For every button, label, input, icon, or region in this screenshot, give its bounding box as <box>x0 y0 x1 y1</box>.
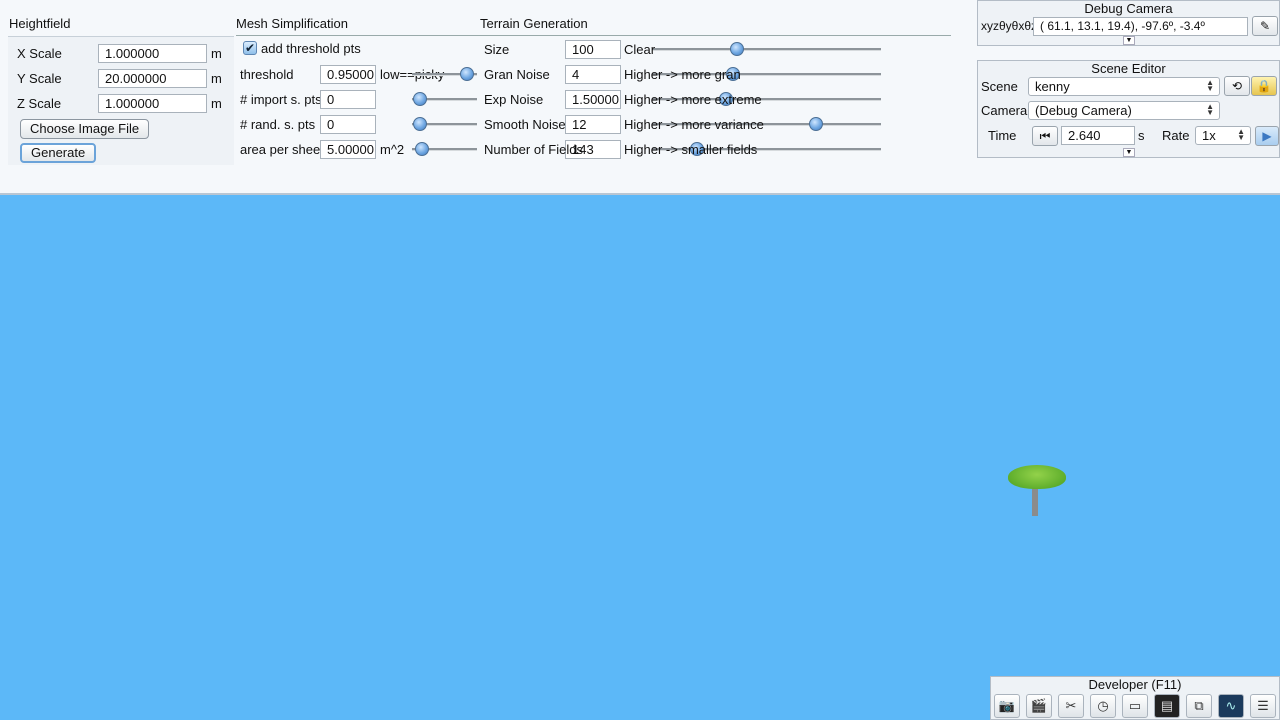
rand-pts-input[interactable]: 0 <box>320 115 376 134</box>
add-threshold-label: add threshold pts <box>261 41 361 56</box>
camera-select-value: (Debug Camera) <box>1035 103 1132 118</box>
smooth-noise-hint: Higher -> more variance <box>624 117 764 132</box>
gran-noise-hint: Higher -> more gran <box>624 67 741 82</box>
time-label: Time <box>988 128 1017 143</box>
scene-select-value: kenny <box>1035 79 1070 94</box>
rand-pts-label: # rand. s. pts <box>240 117 316 132</box>
terrain-generation-title: Terrain Generation <box>480 16 588 31</box>
scene-label: Scene <box>981 79 1018 94</box>
section-separator <box>236 35 951 36</box>
tree-foliage <box>1008 465 1066 489</box>
developer-toolbar: Developer (F11) 📷 🎬 ✂ ◷ ▭ ▤ ⧉ ∿ ☰ <box>990 676 1280 720</box>
size-slider-knob[interactable] <box>730 42 744 56</box>
time-unit: s <box>1138 128 1145 143</box>
camera-label: Camera <box>981 103 1028 118</box>
size-slider-track[interactable] <box>652 48 881 51</box>
y-scale-label: Y Scale <box>17 71 62 86</box>
mesh-simplification-title: Mesh Simplification <box>236 16 348 31</box>
choose-image-file-button[interactable]: Choose Image File <box>20 119 150 139</box>
camera-select[interactable]: (Debug Camera) ▲ ▼ <box>1028 101 1220 120</box>
scene-select[interactable]: kenny ▲ ▼ <box>1028 77 1220 96</box>
z-scale-label: Z Scale <box>17 96 62 111</box>
debug-camera-expand-icon[interactable]: ▼ <box>1123 36 1135 45</box>
debug-camera-title: Debug Camera <box>1084 1 1173 16</box>
z-scale-unit: m <box>211 96 222 111</box>
area-unit: m^2 <box>380 142 405 157</box>
import-pts-label: # import s. pts <box>240 92 322 107</box>
clapper-icon[interactable]: 🎬 <box>1026 694 1052 718</box>
import-pts-slider-knob[interactable] <box>413 92 427 106</box>
rate-select[interactable]: 1x ▲ ▼ <box>1195 126 1251 145</box>
threshold-label: threshold <box>240 67 294 82</box>
time-input[interactable]: 2.640 <box>1061 126 1135 145</box>
exp-noise-input[interactable]: 1.50000 <box>565 90 621 109</box>
size-hint: Clear <box>624 42 656 57</box>
generate-button[interactable]: Generate <box>20 143 97 163</box>
rate-label: Rate <box>1162 128 1190 143</box>
gran-noise-label: Gran Noise <box>484 67 550 82</box>
x-scale-label: X Scale <box>17 46 62 61</box>
camera-edit-icon[interactable]: ✎ <box>1252 16 1278 36</box>
heightfield-title: Heightfield <box>9 16 71 31</box>
document-icon[interactable]: ☰ <box>1250 694 1276 718</box>
debug-camera-panel: Debug Camera xyzθyθxθz ( 61.1, 13.1, 19.… <box>977 0 1280 46</box>
gran-noise-input[interactable]: 4 <box>565 65 621 84</box>
terminal-icon[interactable]: ▤ <box>1154 694 1180 718</box>
y-scale-unit: m <box>211 71 222 86</box>
scene-editor-panel: Scene Editor Scene kenny ▲ ▼ ⟲ 🔒 Camera (… <box>977 60 1280 158</box>
windows-icon[interactable]: ⧉ <box>1186 694 1212 718</box>
smooth-noise-label: Smooth Noise <box>484 117 566 132</box>
y-scale-input[interactable]: 20.000000 <box>98 69 207 88</box>
select-arrows-icon: ▲ ▼ <box>1206 102 1214 117</box>
x-scale-unit: m <box>211 46 222 61</box>
camera-icon[interactable]: 📷 <box>994 694 1020 718</box>
rewind-icon[interactable]: ⏮ <box>1032 126 1058 146</box>
rand-pts-slider-knob[interactable] <box>413 117 427 131</box>
scene-editor-title: Scene Editor <box>1091 61 1166 76</box>
import-pts-input[interactable]: 0 <box>320 90 376 109</box>
tools-icon[interactable]: ✂ <box>1058 694 1084 718</box>
num-fields-hint: Higher -> smaller fields <box>624 142 758 157</box>
reload-scene-icon[interactable]: ⟲ <box>1224 76 1250 96</box>
exp-noise-label: Exp Noise <box>484 92 544 107</box>
new-file-icon[interactable]: ▭ <box>1122 694 1148 718</box>
monitor-icon[interactable]: ∿ <box>1218 694 1244 718</box>
size-label: Size <box>484 42 510 57</box>
z-scale-input[interactable]: 1.000000 <box>98 94 207 113</box>
smooth-noise-input[interactable]: 12 <box>565 115 621 134</box>
exp-noise-hint: Higher -> more extreme <box>624 92 762 107</box>
scene-editor-expand-icon[interactable]: ▼ <box>1123 148 1135 157</box>
camera-position-field[interactable]: ( 61.1, 13.1, 19.4), -97.6º, -3.4º <box>1033 17 1248 36</box>
xyz-label: xyzθyθxθz <box>981 19 1038 33</box>
select-arrows-icon: ▲ ▼ <box>1237 127 1245 142</box>
profiler-icon[interactable]: ◷ <box>1090 694 1116 718</box>
threshold-input[interactable]: 0.95000 <box>320 65 376 84</box>
area-per-sheep-label: area per sheep <box>240 142 328 157</box>
num-fields-label: Number of Fields <box>484 142 583 157</box>
lock-icon[interactable]: 🔒 <box>1251 76 1277 96</box>
add-threshold-checkbox[interactable]: ✔ <box>243 41 257 55</box>
rate-select-value: 1x <box>1202 128 1216 143</box>
developer-title: Developer (F11) <box>1088 677 1182 692</box>
play-icon[interactable]: ▶ <box>1255 126 1279 146</box>
threshold-slider-knob[interactable] <box>460 67 474 81</box>
x-scale-input[interactable]: 1.000000 <box>98 44 207 63</box>
area-slider-knob[interactable] <box>415 142 429 156</box>
smooth-noise-slider-knob[interactable] <box>809 117 823 131</box>
area-per-sheep-input[interactable]: 5.00000 <box>320 140 376 159</box>
select-arrows-icon: ▲ ▼ <box>1206 78 1214 93</box>
size-input[interactable]: 100 <box>565 40 621 59</box>
